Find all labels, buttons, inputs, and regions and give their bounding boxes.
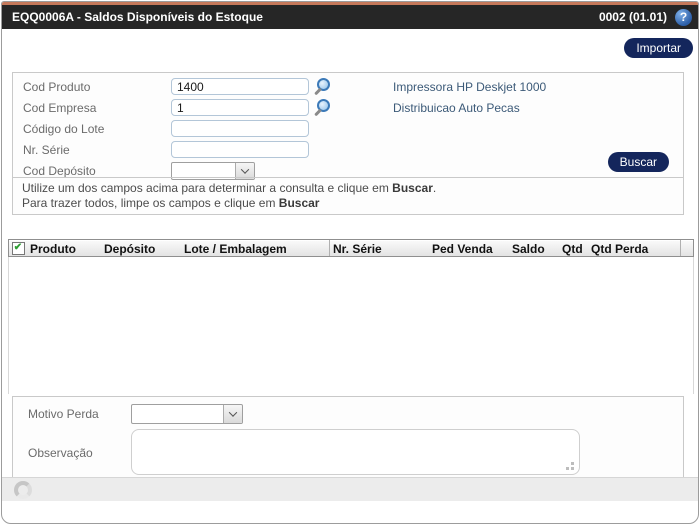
column-header-qtd[interactable]: Qtd <box>559 240 588 256</box>
application-window: EQQ0006A - Saldos Disponíveis do Estoque… <box>1 1 699 524</box>
field-row-nr-serie: Nr. Série <box>13 139 683 160</box>
chevron-down-icon <box>223 405 242 423</box>
column-header-qtd-perda[interactable]: Qtd Perda <box>588 240 680 256</box>
column-header-lote-embalagem[interactable]: Lote / Embalagem <box>181 240 329 256</box>
cod-empresa-label: Cod Empresa <box>23 100 97 115</box>
grid-header-stub <box>680 240 693 256</box>
nr-serie-label: Nr. Série <box>23 142 70 157</box>
codigo-lote-label: Código do Lote <box>23 121 105 136</box>
select-all-checkbox-cell: ✔ <box>9 240 27 256</box>
codigo-lote-input[interactable] <box>171 120 309 137</box>
instruction-line-2: Para trazer todos, limpe os campos e cli… <box>22 196 320 210</box>
motivo-perda-selected-value <box>132 405 223 423</box>
buscar-button[interactable]: Buscar <box>607 152 669 172</box>
observacao-label: Observação <box>28 446 93 460</box>
observacao-textarea[interactable] <box>131 429 580 475</box>
cod-produto-input[interactable] <box>171 78 309 95</box>
nr-serie-input[interactable] <box>171 141 309 158</box>
motivo-perda-select[interactable] <box>131 404 243 424</box>
instruction-line-1: Utilize um dos campos acima para determi… <box>22 181 437 195</box>
field-row-cod-produto: Cod Produto Impressora HP Deskjet 1000 <box>13 76 683 97</box>
cod-empresa-input[interactable] <box>171 99 309 116</box>
results-grid-header: ✔ Produto Depósito Lote / Embalagem Nr. … <box>8 239 694 257</box>
loading-spinner-icon <box>14 481 32 499</box>
company-description-label: Distribuicao Auto Pecas <box>393 100 520 115</box>
product-description-label: Impressora HP Deskjet 1000 <box>393 79 547 94</box>
field-row-codigo-lote: Código do Lote <box>13 118 683 139</box>
select-all-checkbox[interactable]: ✔ <box>11 241 25 255</box>
title-bar: EQQ0006A - Saldos Disponíveis do Estoque… <box>2 5 698 29</box>
checkmark-icon: ✔ <box>13 242 23 253</box>
cod-produto-label: Cod Produto <box>23 79 91 94</box>
column-header-produto[interactable]: Produto <box>27 240 101 256</box>
page-title: EQQ0006A - Saldos Disponíveis do Estoque <box>12 10 263 24</box>
instructions-text: Utilize um dos campos acima para determi… <box>13 177 683 214</box>
results-grid-body[interactable] <box>8 257 694 394</box>
help-icon[interactable]: ? <box>675 8 692 26</box>
column-header-nr-serie[interactable]: Nr. Série <box>329 240 429 256</box>
motivo-perda-label: Motivo Perda <box>28 407 99 421</box>
main-content: Importar Cod Produto Impressora HP Deskj… <box>2 29 698 501</box>
status-bar <box>2 477 698 501</box>
column-header-ped-venda[interactable]: Ped Venda <box>429 240 509 256</box>
field-row-cod-empresa: Cod Empresa Distribuicao Auto Pecas <box>13 97 683 118</box>
column-header-saldo[interactable]: Saldo <box>509 240 559 256</box>
search-panel: Cod Produto Impressora HP Deskjet 1000 C… <box>12 72 684 215</box>
search-lookup-icon[interactable] <box>314 78 331 95</box>
version-label: 0002 (01.01) <box>598 10 667 24</box>
import-button[interactable]: Importar <box>624 38 693 58</box>
column-header-deposito[interactable]: Depósito <box>101 240 181 256</box>
loss-panel: Motivo Perda Observação <box>12 396 684 484</box>
search-lookup-icon[interactable] <box>314 99 331 116</box>
cod-deposito-label: Cod Depósito <box>23 163 96 178</box>
